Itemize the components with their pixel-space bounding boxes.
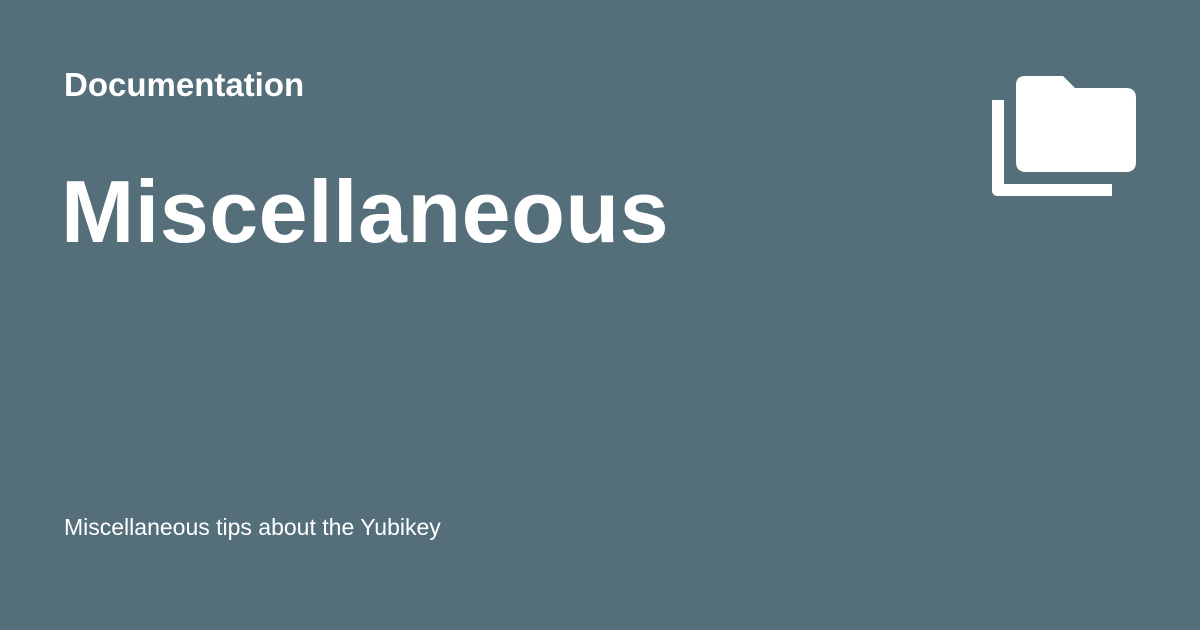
page-description: Miscellaneous tips about the Yubikey — [64, 514, 441, 540]
site-name: Documentation — [64, 66, 305, 103]
social-card: Documentation Miscellaneous Miscellaneou… — [0, 0, 1200, 630]
page-title: Miscellaneous — [61, 162, 670, 261]
folder-multiple-icon — [992, 76, 1136, 196]
